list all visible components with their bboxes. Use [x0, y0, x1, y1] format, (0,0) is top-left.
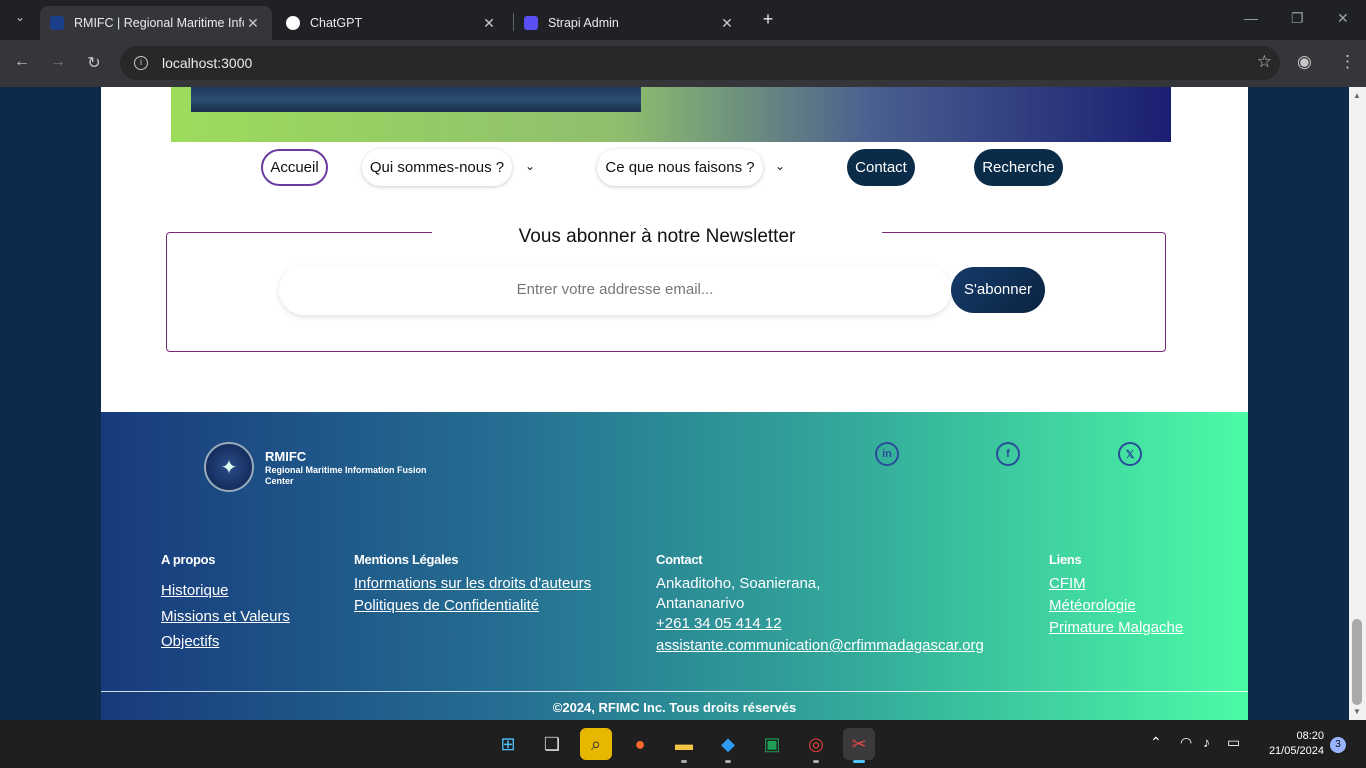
- scroll-up-arrow-icon[interactable]: ▲: [1353, 91, 1361, 100]
- nav-label: Ce que nous faisons ?: [605, 159, 755, 176]
- subscribe-button[interactable]: S'abonner: [951, 267, 1045, 313]
- clock-date: 21/05/2024: [1268, 745, 1324, 757]
- chevron-down-icon[interactable]: ⌄: [525, 159, 535, 173]
- facebook-icon[interactable]: f: [996, 442, 1020, 466]
- strapi-favicon: [524, 16, 538, 30]
- show-hidden-icons-chevron-icon[interactable]: ⌃: [1150, 734, 1162, 751]
- minimize-icon[interactable]: —: [1244, 10, 1258, 26]
- footer-divider: [101, 691, 1248, 692]
- newsletter-title: Vous abonner à notre Newsletter: [518, 226, 796, 247]
- taskbar-clock[interactable]: 08:20 21/05/2024: [1258, 729, 1324, 759]
- browser-tab-strip: ⌄ RMIFC | Regional Maritime Information …: [0, 0, 1366, 40]
- contact-address-line1: Ankaditoho, Soanierana,: [656, 575, 821, 592]
- footer-heading-contact: Contact: [656, 552, 703, 567]
- footer-heading-apropos: A propos: [161, 552, 216, 567]
- file-explorer-icon[interactable]: ▬: [668, 728, 700, 763]
- chrome-icon[interactable]: ◎: [800, 728, 832, 763]
- windows-start-icon[interactable]: ⊞: [492, 728, 524, 760]
- notification-badge[interactable]: 3: [1330, 737, 1346, 753]
- excel-icon[interactable]: ▣: [756, 728, 788, 760]
- nav-ce-que-nous-faisons[interactable]: Ce que nous faisons ?: [597, 149, 763, 186]
- hero-banner: [171, 87, 1171, 142]
- bookmark-star-icon[interactable]: ☆: [1257, 52, 1272, 72]
- linkedin-icon[interactable]: in: [875, 442, 899, 466]
- scrollbar-thumb[interactable]: [1352, 619, 1362, 705]
- vscode-icon[interactable]: ◆: [712, 728, 744, 763]
- search-app-icon[interactable]: ⌕: [580, 728, 612, 760]
- tab-chatgpt[interactable]: ChatGPT ✕: [276, 6, 508, 40]
- close-tab-icon[interactable]: ✕: [480, 15, 498, 32]
- nav-contact[interactable]: Contact: [847, 149, 915, 186]
- contact-address-line2: Antananarivo: [656, 595, 745, 612]
- site-info-icon[interactable]: i: [134, 56, 148, 70]
- footer-link-droits-auteurs[interactable]: Informations sur les droits d'auteurs: [354, 575, 591, 592]
- restore-icon[interactable]: ❐: [1291, 10, 1304, 27]
- nav-label: Recherche: [982, 159, 1055, 176]
- new-tab-button[interactable]: +: [758, 9, 778, 31]
- contact-phone-link[interactable]: +261 34 05 414 12: [656, 615, 782, 632]
- email-input[interactable]: Entrer votre addresse email...: [279, 265, 951, 315]
- tab-title: ChatGPT: [310, 16, 363, 30]
- reload-icon[interactable]: ↻: [84, 53, 104, 73]
- close-tab-icon[interactable]: ✕: [718, 15, 736, 32]
- tab-title: Strapi Admin: [548, 16, 619, 30]
- page-viewport: Accueil Qui sommes-nous ? ⌄ Ce que nous …: [0, 87, 1349, 720]
- nav-accueil[interactable]: Accueil: [261, 149, 328, 186]
- scroll-down-arrow-icon[interactable]: ▼: [1353, 707, 1361, 716]
- browser-toolbar: ← → ↻ i localhost:3000 ☆ ◉ ⋮: [0, 40, 1366, 87]
- nav-label: Contact: [855, 159, 907, 176]
- clock-time: 08:20: [1296, 730, 1324, 742]
- battery-icon[interactable]: ▭: [1227, 734, 1240, 751]
- tab-title: RMIFC | Regional Maritime Information Fu…: [74, 16, 244, 30]
- close-window-icon[interactable]: ✕: [1337, 10, 1349, 27]
- footer-link-meteorologie[interactable]: Météorologie: [1049, 597, 1136, 614]
- forward-icon[interactable]: →: [48, 53, 68, 71]
- close-tab-icon[interactable]: ✕: [244, 15, 262, 32]
- footer-link-missions[interactable]: Missions et Valeurs: [161, 608, 290, 625]
- nav-qui-sommes-nous[interactable]: Qui sommes-nous ?: [362, 149, 512, 186]
- nav-recherche[interactable]: Recherche: [974, 149, 1063, 186]
- logo-subtitle: Regional Maritime Information Fusion Cen…: [265, 465, 427, 486]
- address-bar[interactable]: i localhost:3000 ☆: [120, 46, 1280, 80]
- footer-link-confidentialite[interactable]: Politiques de Confidentialité: [354, 597, 539, 614]
- footer-heading-mentions: Mentions Légales: [354, 552, 459, 567]
- copyright-text: ©2024, RFIMC Inc. Tous droits réservés: [552, 700, 797, 715]
- nav-label: Qui sommes-nous ?: [369, 159, 505, 176]
- footer-link-objectifs[interactable]: Objectifs: [161, 633, 219, 650]
- url-text: localhost:3000: [162, 55, 253, 71]
- volume-icon[interactable]: ♪: [1203, 734, 1210, 750]
- email-placeholder: Entrer votre addresse email...: [516, 281, 714, 298]
- snipping-tool-icon[interactable]: ✂: [843, 728, 875, 763]
- profile-incognito-icon[interactable]: ◉: [1297, 52, 1312, 72]
- footer-link-cfim[interactable]: CFIM: [1049, 575, 1086, 592]
- rmifc-favicon: [50, 16, 64, 30]
- page-scrollbar[interactable]: ▲ ▼: [1349, 87, 1366, 720]
- tab-search-icon[interactable]: ⌄: [10, 10, 30, 24]
- postman-icon[interactable]: ●: [624, 728, 656, 760]
- rmifc-logo-icon: ✦: [204, 442, 254, 492]
- footer: ✦ RMIFC Regional Maritime Information Fu…: [101, 412, 1248, 720]
- back-icon[interactable]: ←: [12, 53, 32, 71]
- x-twitter-icon[interactable]: 𝕏: [1118, 442, 1142, 466]
- chevron-down-icon[interactable]: ⌄: [775, 159, 785, 173]
- logo-name: RMIFC: [265, 449, 307, 464]
- footer-link-historique[interactable]: Historique: [161, 582, 229, 599]
- wifi-icon[interactable]: ◠: [1180, 734, 1192, 751]
- page-content: Accueil Qui sommes-nous ? ⌄ Ce que nous …: [101, 87, 1248, 720]
- footer-heading-liens: Liens: [1049, 552, 1082, 567]
- tab-strapi[interactable]: Strapi Admin ✕: [514, 6, 746, 40]
- contact-email-link[interactable]: assistante.communication@crfimmadagascar…: [656, 637, 984, 654]
- footer-link-primature[interactable]: Primature Malgache: [1049, 619, 1183, 636]
- hero-ocean-image: [191, 87, 641, 112]
- windows-taskbar: ⊞ ❏ ⌕ ● ▬ ◆ ▣ ◎ ✂ ⌃ ◠ ♪ ▭: [0, 720, 1366, 768]
- menu-kebab-icon[interactable]: ⋮: [1339, 52, 1356, 72]
- chatgpt-favicon: [286, 16, 300, 30]
- nav-label: Accueil: [270, 159, 319, 176]
- tab-rmifc[interactable]: RMIFC | Regional Maritime Information Fu…: [40, 6, 272, 40]
- task-view-icon[interactable]: ❏: [536, 728, 568, 760]
